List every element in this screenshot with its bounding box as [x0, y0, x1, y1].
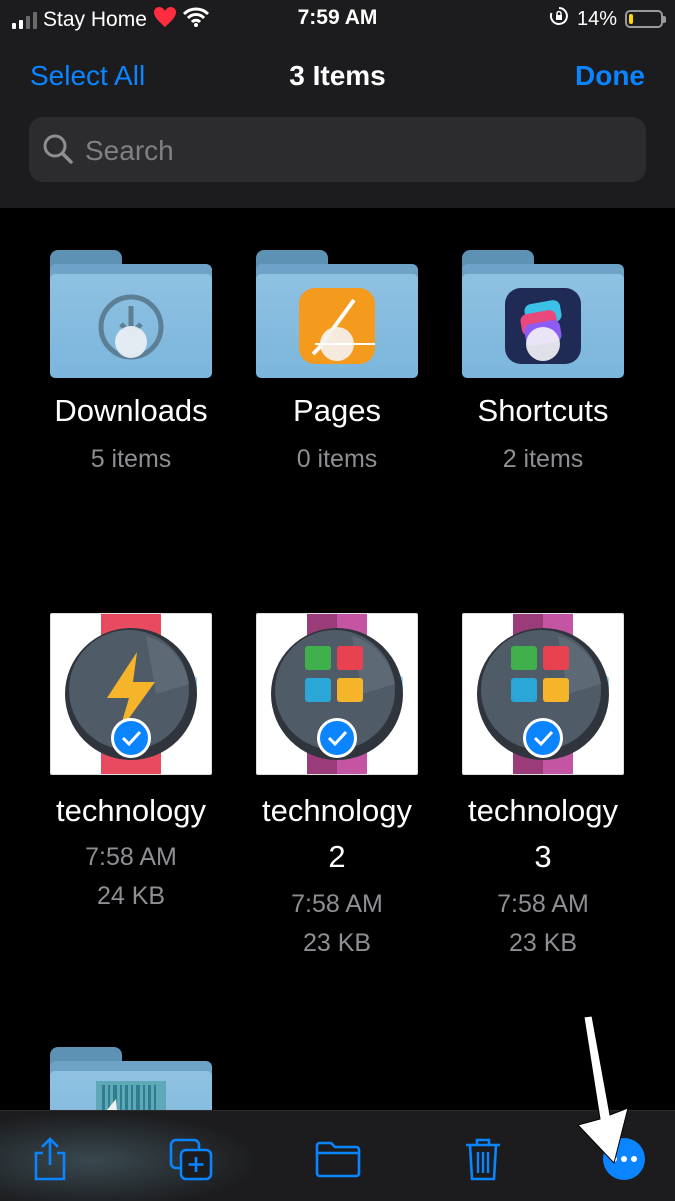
file-thumbnail	[462, 613, 624, 775]
selected-checkmark-icon	[523, 718, 563, 758]
folder-shortcuts[interactable]: Shortcuts 2 items	[440, 250, 646, 480]
file-name: technology	[56, 793, 206, 828]
search-input[interactable]	[83, 117, 627, 184]
move-folder-icon	[315, 1141, 361, 1178]
selected-checkmark-icon	[111, 718, 151, 758]
file-size: 23 KB	[302, 929, 372, 957]
search-icon	[42, 133, 74, 170]
status-bar: Stay Home 7:59 AM 14%	[0, 0, 675, 38]
navigation-header: Select All 3 Items Done	[0, 38, 675, 208]
file-thumbnail	[256, 613, 418, 775]
delete-button[interactable]	[453, 1129, 513, 1189]
folder-name: Downloads	[54, 393, 208, 428]
file-name: technology	[468, 793, 618, 828]
download-badge-icon	[98, 294, 164, 360]
file-size: 24 KB	[96, 882, 166, 910]
barcode-folder-icon	[96, 1081, 166, 1110]
file-thumbnail	[50, 613, 212, 775]
done-button[interactable]: Done	[575, 60, 645, 92]
file-time: 7:58 AM	[291, 890, 383, 918]
duplicate-button[interactable]	[161, 1129, 221, 1189]
file-size: 23 KB	[508, 929, 578, 957]
folder-pages[interactable]: Pages 0 items	[234, 250, 440, 480]
file-technology[interactable]: technology 7:58 AM 24 KB	[28, 613, 234, 913]
folder-item-count: 5 items	[90, 445, 172, 473]
selected-checkmark-icon	[317, 718, 357, 758]
file-time: 7:58 AM	[497, 890, 589, 918]
file-technology-2[interactable]: technology 2 7:58 AM 23 KB	[234, 613, 440, 957]
battery-icon	[625, 10, 666, 28]
folder-icon	[50, 250, 212, 378]
duplicate-icon	[169, 1138, 213, 1181]
page-title: 3 Items	[289, 60, 386, 91]
folder-item-count: 2 items	[502, 445, 584, 473]
annotation-arrow-icon	[577, 1015, 629, 1165]
folder-partial[interactable]	[28, 1047, 234, 1110]
trash-icon	[466, 1138, 500, 1181]
file-name-line-2: 2	[328, 839, 346, 874]
pages-app-icon	[299, 288, 375, 364]
share-button[interactable]	[20, 1129, 80, 1189]
file-name: technology	[262, 793, 412, 828]
folder-name: Pages	[293, 393, 381, 428]
status-right: 14%	[549, 6, 666, 32]
file-name-line-2: 3	[534, 839, 552, 874]
file-technology-3[interactable]: technology 3 7:58 AM 23 KB	[440, 613, 646, 957]
folder-icon	[462, 250, 624, 378]
battery-percent: 14%	[576, 7, 617, 30]
file-time: 7:58 AM	[85, 843, 177, 871]
move-button[interactable]	[308, 1129, 368, 1189]
search-bar[interactable]	[29, 117, 646, 184]
folder-item-count: 0 items	[296, 445, 378, 473]
folder-icon	[50, 1047, 212, 1110]
shortcuts-app-icon	[505, 288, 581, 364]
folder-name: Shortcuts	[477, 393, 609, 428]
folder-icon	[256, 250, 418, 378]
orientation-lock-icon	[549, 6, 569, 32]
share-icon	[34, 1137, 66, 1181]
folder-downloads[interactable]: Downloads 5 items	[28, 250, 234, 480]
